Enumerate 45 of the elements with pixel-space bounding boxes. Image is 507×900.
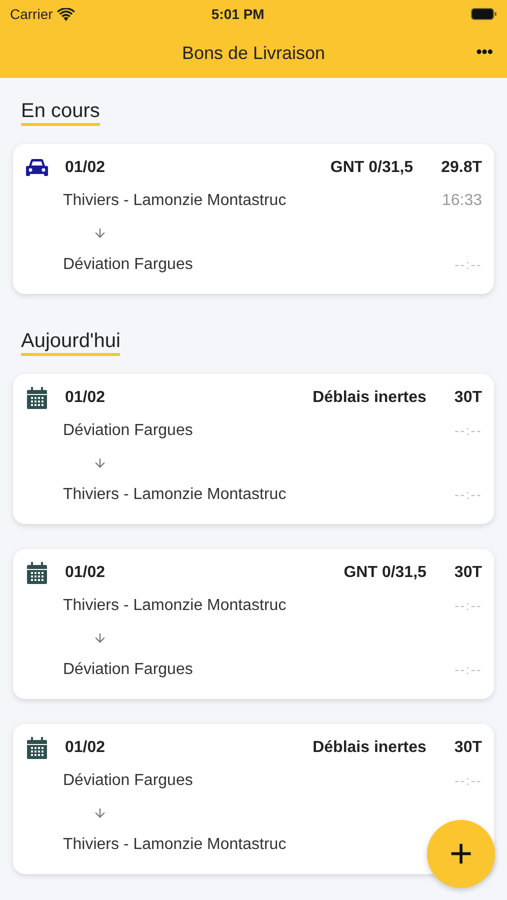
delivery-card[interactable]: 01/02 Déblais inertes 30T Déviation Fargues --:-- Thiviers - Lamonzie Montastruc --:-- — [13, 374, 494, 524]
clock-label: 5:01 PM — [210, 4, 266, 24]
calendar-icon — [25, 561, 49, 585]
origin-location: Déviation Fargues — [63, 421, 193, 441]
origin-location: Thiviers - Lamonzie Montastruc — [63, 191, 286, 211]
departure-time: --:-- — [454, 597, 482, 616]
weight-label: 30T — [454, 563, 482, 583]
wifi-icon — [56, 8, 75, 20]
calendar-icon — [25, 736, 49, 760]
departure-time: --:-- — [454, 422, 482, 440]
weight-label: 29.8T — [441, 158, 482, 178]
destination-location: Déviation Fargues — [63, 255, 193, 275]
material-label: GNT 0/31,5 — [344, 563, 426, 583]
delivery-date: 01/02 — [65, 388, 106, 408]
material-label: GNT 0/31,5 — [330, 158, 414, 178]
weight-label: 30T — [454, 738, 482, 758]
destination-location: Thiviers - Lamonzie Montastruc — [63, 835, 286, 855]
arrow-down-icon — [93, 806, 107, 820]
arrival-time: --:-- — [454, 661, 482, 680]
departure-time: 16:33 — [442, 191, 482, 211]
origin-location: Thiviers - Lamonzie Montastruc — [63, 596, 286, 616]
destination-location: Thiviers - Lamonzie Montastruc — [63, 485, 286, 505]
more-button[interactable]: ••• — [476, 41, 493, 65]
weight-label: 30T — [454, 388, 482, 408]
delivery-date: 01/02 — [65, 563, 106, 583]
calendar-icon — [25, 386, 49, 410]
car-icon — [25, 158, 49, 178]
carrier-label: Carrier — [10, 4, 53, 24]
section-title: En cours — [21, 100, 100, 126]
delivery-card[interactable]: 01/02 GNT 0/31,5 30T Thiviers - Lamonzie Montastruc --:-- Déviation Fargues --:-- — [13, 549, 494, 699]
destination-location: Déviation Fargues — [63, 660, 193, 680]
section-title: Aujourd'hui — [21, 330, 120, 356]
material-label: Déblais inertes — [312, 738, 426, 758]
arrow-down-icon — [93, 631, 107, 645]
material-label: Déblais inertes — [312, 388, 426, 408]
origin-location: Déviation Fargues — [63, 771, 193, 791]
arrival-time: --:-- — [454, 256, 482, 274]
arrow-down-icon — [93, 226, 107, 240]
arrival-time: --:-- — [454, 486, 482, 504]
delivery-card[interactable]: 01/02 GNT 0/31,5 29.8T Thiviers - Lamonzie Montastruc 16:33 Déviation Fargues --:-- — [13, 144, 494, 294]
delivery-date: 01/02 — [65, 158, 106, 178]
page-title: Bons de Livraison — [182, 42, 326, 64]
delivery-date: 01/02 — [65, 738, 106, 758]
departure-time: --:-- — [454, 772, 482, 790]
battery-icon — [471, 8, 497, 20]
